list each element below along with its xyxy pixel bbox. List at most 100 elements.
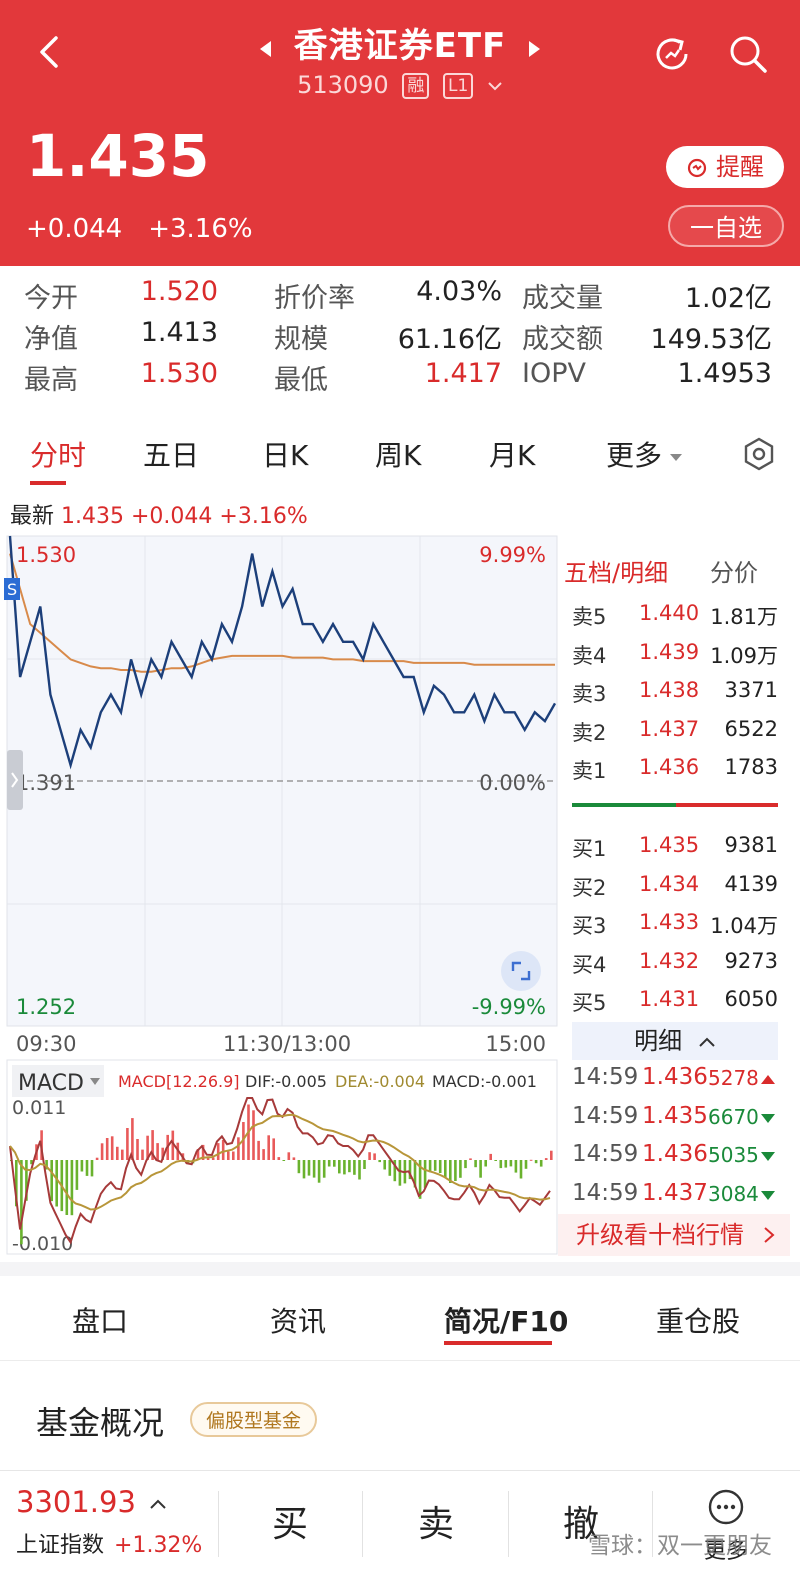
tab-intraday[interactable]: 分时 [30,434,86,474]
macd-dea: DEA:-0.004 [335,1072,425,1091]
tab-more[interactable]: 更多 [606,434,684,474]
stat-key: 今开 [24,283,78,314]
title-block: 香港证券ETF 513090 融 L1 [200,18,600,99]
macd-dif: DIF:-0.005 [245,1072,327,1091]
pct-axis-mid: 0.00% [479,771,546,795]
tab-monthly-k[interactable]: 月K [489,434,535,474]
next-stock-icon[interactable] [529,40,541,57]
index-name-row: 上证指数 +1.32% [16,1527,202,1559]
price-change: +0.044 +3.16% [26,214,279,244]
fullscreen-button[interactable] [501,951,541,991]
level-tag[interactable]: L1 [442,73,474,99]
arrow-down-icon [761,1152,775,1162]
section-divider [0,1360,800,1361]
x-axis-start: 09:30 [16,1032,77,1056]
search-icon[interactable] [726,32,770,76]
tab-order-panel[interactable]: 盘口 [72,1300,128,1340]
buy-level-row[interactable]: 买5 1.431 6050 [572,987,778,1025]
buy-level-row[interactable]: 买1 1.435 9381 [572,833,778,871]
ob-split[interactable]: 分价 [710,553,758,588]
level-volume: 4139 [724,871,778,896]
macd-params: MACD[12.26.9] [118,1072,240,1091]
level-price: 1.440 [639,601,700,625]
chart-tabs: 分时 五日 日K 周K 月K 更多 [0,430,800,486]
macd-bar [388,1160,392,1176]
macd-bar [464,1160,467,1169]
tab-news[interactable]: 资讯 [270,1300,326,1340]
macd-bar [433,1160,437,1171]
tab-weekly-k[interactable]: 周K [375,434,421,474]
macd-bar [489,1153,492,1160]
sell-level-row[interactable]: 卖3 1.438 3371 [572,678,778,716]
level-volume: 6050 [724,987,778,1012]
macd-bar [514,1160,518,1173]
tab-holdings[interactable]: 重仓股 [656,1300,740,1340]
macd-bar [444,1160,447,1178]
more-icon[interactable] [706,1487,746,1527]
trade-time: 14:59 [572,1102,639,1129]
buy-level-row[interactable]: 买4 1.432 9273 [572,949,778,987]
refresh-icon[interactable] [650,32,694,76]
change-pct: +3.16% [148,214,253,244]
upgrade-level2-button[interactable]: 升级看十档行情 [558,1214,790,1256]
buy-button[interactable]: 买 [272,1495,308,1547]
level-label: 买3 [572,914,607,939]
detail-header[interactable]: 明细 [572,1022,778,1060]
level-label: 卖5 [572,605,607,629]
sell-level-row[interactable]: 卖2 1.437 6522 [572,717,778,755]
macd-bar [126,1128,129,1160]
trade-volume: 5278 [708,1066,759,1090]
buy-level-row[interactable]: 买3 1.433 1.04万 [572,910,778,948]
level-price: 1.437 [639,716,700,741]
chevron-down-icon[interactable] [487,80,503,92]
intraday-chart[interactable]: 1.530 1.391 1.252 9.99% 0.00% -9.99% S 0… [0,528,560,1258]
level-price: 1.434 [639,871,700,896]
sell-level-row[interactable]: 卖5 1.440 1.81万 [572,601,778,639]
trade-time: 14:59 [572,1064,639,1090]
macd-bar [454,1160,457,1181]
macd-bar [338,1160,341,1174]
level-volume: 6522 [724,716,778,741]
s-marker-text: S [7,580,17,599]
macd-bar [232,1151,235,1160]
remind-button[interactable]: 提醒 [666,146,784,188]
back-icon[interactable] [30,30,70,74]
settings-icon[interactable] [742,436,776,472]
tab-five-day[interactable]: 五日 [143,434,199,474]
level-price: 1.433 [639,910,700,935]
sell-level-row[interactable]: 卖4 1.439 1.09万 [572,640,778,678]
sell-level-row[interactable]: 卖1 1.436 1783 [572,755,778,793]
trade-volume: 6670 [708,1104,759,1129]
macd-bar [499,1160,503,1169]
chevron-right-icon [764,1227,775,1243]
active-tab-underline [30,481,66,485]
level-label: 卖2 [572,720,607,745]
ob-title[interactable]: 五档/明细 [564,553,668,588]
sell-button[interactable]: 卖 [418,1495,454,1547]
alarm-icon [688,158,707,178]
stat-key: 成交额 [522,324,603,355]
collapse-handle[interactable] [7,750,23,810]
level-price: 1.436 [639,755,700,780]
macd-bar [90,1160,94,1177]
macd-bar [267,1135,270,1160]
level-price: 1.438 [639,678,700,703]
macd-bar [121,1149,124,1160]
macd-bar [55,1160,58,1207]
buy-level-row[interactable]: 买2 1.434 4139 [572,872,778,910]
macd-bar [550,1150,553,1160]
macd-bar [85,1160,89,1176]
macd-bar [292,1157,296,1160]
x-axis-mid: 11:30/13:00 [223,1032,351,1056]
macd-bar [116,1146,119,1160]
tab-f10[interactable]: 简况/F10 [444,1300,568,1340]
watchlist-button[interactable]: 一自选 [668,205,784,247]
level-price: 1.432 [639,948,700,973]
fund-overview-title: 基金概况 [36,1404,165,1442]
macd-bar [333,1160,336,1167]
index-ticker[interactable]: 3301.93 [16,1485,167,1519]
latest-label: 最新 [10,504,55,529]
prev-stock-icon[interactable] [259,40,271,57]
stat-key: 成交量 [522,283,603,314]
tab-daily-k[interactable]: 日K [262,434,308,474]
